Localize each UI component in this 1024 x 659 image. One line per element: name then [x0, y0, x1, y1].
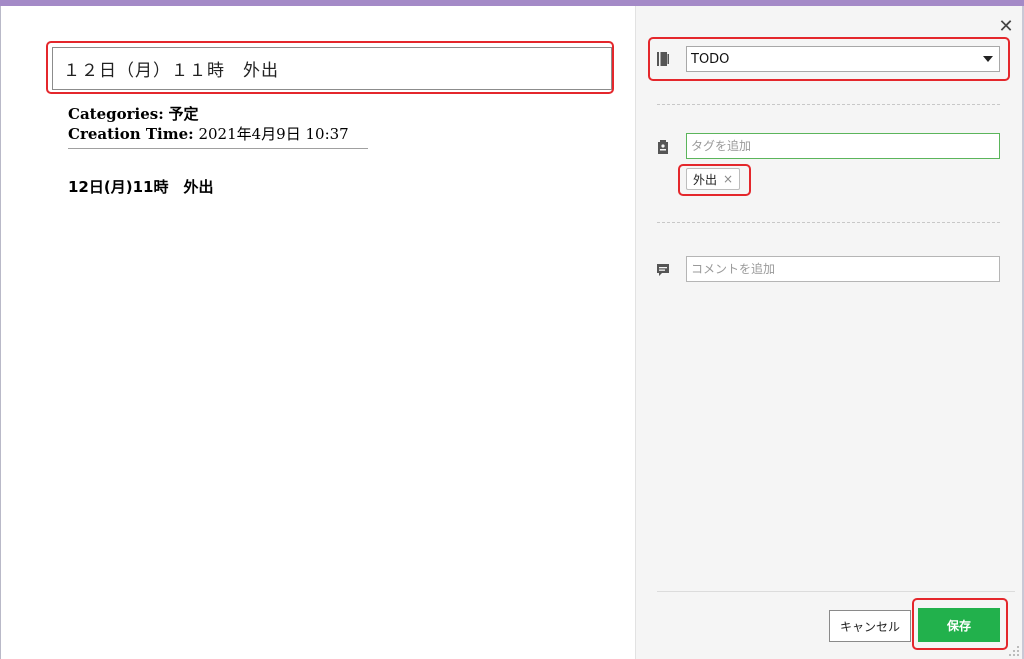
note-title-text: １２日（月）１１時 外出 [63, 61, 279, 81]
tag-remove-icon[interactable]: × [723, 172, 733, 186]
cancel-button[interactable]: キャンセル [829, 610, 911, 642]
section-divider-1 [657, 104, 1000, 105]
categories-row: Categories: 予定 [68, 104, 349, 124]
tag-input[interactable] [686, 133, 1000, 159]
categories-value: 予定 [168, 105, 199, 123]
notebook-select-value: TODO [691, 51, 730, 67]
tag-icon [658, 140, 668, 154]
creation-time-value: 2021年4月9日 10:37 [198, 125, 349, 143]
notebook-icon [657, 52, 669, 66]
tag-chip[interactable]: 外出 × [686, 168, 741, 190]
meta-divider [68, 148, 368, 149]
section-divider-2 [657, 222, 1000, 223]
comment-icon [657, 264, 669, 276]
note-title-input[interactable]: １２日（月）１１時 外出 [52, 47, 612, 90]
categories-label: Categories: [68, 105, 164, 123]
chevron-down-icon [983, 56, 993, 62]
comment-input[interactable] [686, 256, 1000, 282]
creation-time-label: Creation Time: [68, 125, 194, 143]
resize-grip-icon[interactable] [1008, 645, 1020, 657]
footer-divider [657, 591, 1015, 592]
close-icon[interactable]: ✕ [997, 18, 1015, 36]
tag-chip-label: 外出 [693, 172, 718, 187]
notebook-select[interactable]: TODO [686, 46, 1000, 72]
note-meta: Categories: 予定 Creation Time: 2021年4月9日 … [68, 104, 349, 144]
creation-time-row: Creation Time: 2021年4月9日 10:37 [68, 124, 349, 144]
note-body-text[interactable]: 12日(月)11時 外出 [68, 176, 213, 197]
window-frame-left [0, 6, 1, 659]
save-button[interactable]: 保存 [918, 608, 1000, 642]
